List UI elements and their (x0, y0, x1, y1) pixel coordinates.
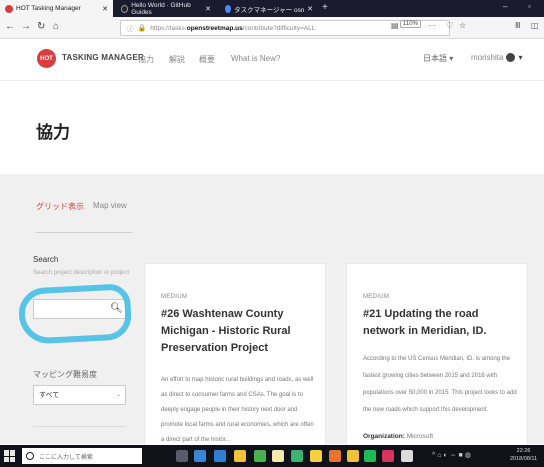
restore-icon[interactable]: ▫ (528, 2, 531, 11)
sidebar-toggle-icon[interactable]: ◫ (531, 21, 539, 30)
task-view-icon[interactable] (194, 450, 206, 462)
new-tab-button[interactable]: + (322, 2, 328, 13)
close-tab-icon[interactable]: ✕ (307, 5, 313, 13)
chevron-down-icon: ⌄ (115, 392, 121, 398)
google-favicon-icon (225, 4, 232, 13)
brand-name[interactable]: TASKING MANAGER (62, 53, 144, 62)
user-menu[interactable]: morishita ▾ (471, 53, 522, 62)
cortana-icon (26, 452, 34, 460)
hot-favicon-icon (5, 4, 13, 13)
more-options-icon[interactable]: ··· (428, 21, 436, 30)
project-description-line: the new roads which support this develop… (363, 407, 489, 413)
nav-whats-new[interactable]: What is New? (231, 54, 280, 63)
language-selector[interactable]: 日本語 ▾ (423, 53, 453, 64)
search-hint: Search project description or project (33, 270, 130, 276)
project-description-line: promote local farms and rural economies,… (161, 422, 314, 428)
site-header: HOT TASKING MANAGER 協力 解説 概要 What is New… (0, 39, 544, 81)
browser-tab-label: Hello World · GitHub Guides (131, 1, 191, 16)
tab-grid-view[interactable]: グリッド表示 (36, 201, 84, 212)
library-icon[interactable]: Ⅲ (515, 21, 521, 30)
difficulty-label: マッピング難易度 (33, 370, 97, 379)
project-description-line: An effort to map historic rural building… (161, 377, 314, 383)
url-prefix: https://tasks. (150, 24, 187, 32)
sidebar-divider (33, 426, 126, 427)
reader-view-icon[interactable]: ▤ (391, 21, 399, 30)
username: morishita (471, 53, 504, 62)
browser-tab-hot[interactable]: HOT Tasking Manager ✕ (0, 0, 113, 17)
file-explorer-icon[interactable] (234, 450, 246, 462)
tab-map-view[interactable]: Map view (93, 201, 127, 210)
close-tab-icon[interactable]: ✕ (102, 5, 108, 13)
project-description-line: as direct to consumer farms and CSAs. Th… (161, 392, 303, 398)
taskbar-search-input[interactable]: ここに入力して検索 (22, 448, 142, 464)
search-label: Search (33, 255, 59, 264)
project-description-line: According to the US Census Meridian, ID.… (363, 356, 511, 362)
pocket-icon[interactable]: ♡ (446, 21, 453, 30)
url-path: /contribute?difficulty=ALL (242, 24, 316, 32)
nav-contribute[interactable]: 協力 (138, 54, 154, 65)
clock-time: 22:26 (516, 448, 531, 454)
home-icon[interactable]: ⌂ (53, 22, 59, 32)
bookmark-star-icon[interactable]: ☆ (459, 21, 466, 30)
project-description-line: fastest growing cities between 2015 and … (363, 373, 498, 379)
browser-tab-github[interactable]: Hello World · GitHub Guides ✕ (116, 0, 216, 17)
system-tray-icons[interactable]: ^ ⌂ ◐ ⇔ ■ ◍ (432, 451, 471, 459)
project-title[interactable]: #21 Updating the road network in Meridia… (363, 306, 523, 340)
avatar (506, 53, 516, 62)
browser-tab-label: HOT Tasking Manager (16, 5, 81, 12)
taskbar-search-placeholder: ここに入力して検索 (39, 454, 93, 461)
zoom-level[interactable]: 110% (400, 20, 421, 28)
sticky-notes-icon[interactable] (272, 450, 284, 462)
clock-date: 2018/08/11 (510, 456, 538, 462)
blue-highlight-annotation (17, 283, 133, 345)
reload-icon[interactable]: ↻ (37, 22, 45, 32)
tab-divider (36, 232, 132, 233)
windows-start-icon[interactable] (4, 450, 16, 462)
browser-tab-label: タスクマネージャー osm - Google (234, 6, 305, 14)
lock-icon: 🔒 (137, 25, 147, 32)
project-description-line: populations over 50,000 in 2015. This pr… (363, 390, 517, 396)
github-favicon-icon (121, 4, 129, 13)
store-icon[interactable] (254, 450, 266, 462)
forward-icon[interactable]: → (21, 22, 31, 32)
app-pink-icon[interactable] (382, 450, 394, 462)
minimize-icon[interactable]: – (503, 2, 507, 11)
project-difficulty: MEDIUM (161, 294, 188, 300)
hot-logo[interactable]: HOT (37, 49, 56, 68)
paint-icon[interactable] (310, 450, 322, 462)
url-domain: openstreetmap.us (186, 24, 243, 32)
difficulty-value: すべて (39, 392, 60, 399)
browser-tab-google[interactable]: タスクマネージャー osm - Google ✕ (220, 0, 318, 17)
close-tab-icon[interactable]: ✕ (205, 5, 211, 13)
info-icon[interactable]: ⓘ (127, 23, 134, 33)
back-icon[interactable]: ← (5, 22, 15, 32)
difficulty-select[interactable]: すべて ⌄ (33, 385, 126, 405)
spotify-icon[interactable] (364, 450, 376, 462)
project-difficulty: MEDIUM (363, 294, 390, 300)
clock[interactable]: 22:26 2018/08/11 (510, 447, 537, 463)
chevron-down-icon: ▾ (518, 53, 523, 62)
photos-icon[interactable] (401, 450, 413, 462)
page-title: 協力 (36, 123, 70, 142)
project-title[interactable]: #26 Washtenaw County Michigan - Historic… (161, 306, 321, 357)
project-card[interactable]: MEDIUM #21 Updating the road network in … (346, 263, 528, 446)
excel-icon[interactable] (291, 450, 303, 462)
nav-learn[interactable]: 解説 (169, 54, 185, 65)
project-card[interactable]: MEDIUM #26 Washtenaw County Michigan - H… (144, 263, 326, 446)
folder-icon[interactable] (347, 450, 359, 462)
nav-about[interactable]: 概要 (199, 54, 215, 65)
organization-value: Microsoft (406, 433, 434, 440)
microphone-icon[interactable] (176, 450, 188, 462)
project-description-line: deeply engage people in their history ne… (161, 407, 298, 413)
edge-icon[interactable] (214, 450, 226, 462)
organization-label: Organization: (363, 433, 405, 440)
firefox-icon[interactable] (329, 450, 341, 462)
project-organization: Organization: Microsoft (363, 433, 433, 440)
browser-tab-bar: HOT Tasking Manager ✕ Hello World · GitH… (0, 0, 544, 17)
windows-taskbar: ここに入力して検索 ^ ⌂ ◐ ⇔ ■ ◍ 22:26 2018/08/11 (0, 445, 544, 467)
